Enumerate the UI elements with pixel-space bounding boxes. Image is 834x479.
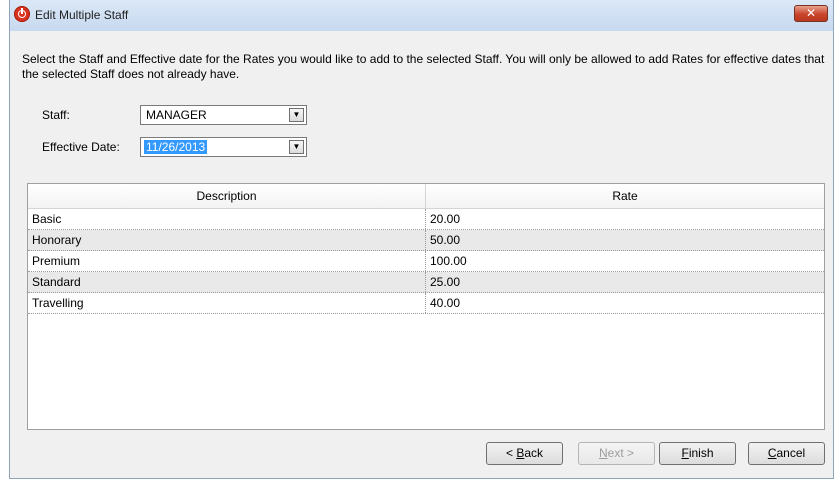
finish-button-rest: inish: [688, 446, 714, 460]
next-button-rest: ext >: [607, 446, 635, 460]
staff-label: Staff:: [42, 108, 70, 122]
rate-cell[interactable]: 40.00: [426, 293, 824, 313]
dialog-content: Select the Staff and Effective date for …: [10, 31, 833, 478]
finish-button[interactable]: Finish: [659, 442, 736, 465]
effective-date-value: 11/26/2013: [144, 140, 208, 154]
column-header-description[interactable]: Description: [28, 184, 426, 208]
cancel-button[interactable]: Cancel: [748, 442, 825, 465]
description-cell[interactable]: Premium: [28, 251, 426, 271]
instructions-text: Select the Staff and Effective date for …: [22, 52, 825, 81]
next-button-mnemonic: N: [598, 446, 608, 460]
table-row[interactable]: Basic 20.00: [28, 209, 824, 230]
staff-dropdown[interactable]: MANAGER ▼: [140, 105, 307, 125]
chevron-down-icon[interactable]: ▼: [289, 108, 304, 122]
rate-cell[interactable]: 25.00: [426, 272, 824, 292]
title-bar[interactable]: Edit Multiple Staff ✕: [10, 0, 833, 32]
rate-cell[interactable]: 50.00: [426, 230, 824, 250]
description-cell[interactable]: Travelling: [28, 293, 426, 313]
rate-cell[interactable]: 20.00: [426, 209, 824, 229]
finish-button-mnemonic: F: [681, 446, 689, 460]
rates-grid: Description Rate Basic 20.00 Honorary 50…: [27, 183, 825, 430]
table-row[interactable]: Honorary 50.00: [28, 230, 824, 251]
app-logo-icon: [14, 6, 30, 22]
close-button[interactable]: ✕: [794, 5, 828, 22]
effective-date-picker[interactable]: 11/26/2013 ▼: [140, 137, 307, 157]
description-cell[interactable]: Standard: [28, 272, 426, 292]
table-row[interactable]: Travelling 40.00: [28, 293, 824, 314]
grid-header: Description Rate: [28, 184, 824, 209]
description-cell[interactable]: Basic: [28, 209, 426, 229]
rate-cell[interactable]: 100.00: [426, 251, 824, 271]
chevron-down-icon[interactable]: ▼: [289, 140, 304, 154]
table-row[interactable]: Premium 100.00: [28, 251, 824, 272]
back-button-prefix: <: [505, 446, 517, 460]
staff-value: MANAGER: [146, 108, 207, 122]
effective-date-label: Effective Date:: [42, 140, 120, 154]
dialog-window: Edit Multiple Staff ✕ Select the Staff a…: [9, 0, 834, 479]
back-button[interactable]: < Back: [486, 442, 563, 465]
back-button-rest: ack: [524, 446, 544, 460]
description-cell[interactable]: Honorary: [28, 230, 426, 250]
next-button[interactable]: Next >: [578, 442, 655, 465]
table-row[interactable]: Standard 25.00: [28, 272, 824, 293]
window-title: Edit Multiple Staff: [35, 8, 129, 22]
column-header-rate[interactable]: Rate: [426, 184, 824, 208]
cancel-button-rest: ancel: [776, 446, 806, 460]
